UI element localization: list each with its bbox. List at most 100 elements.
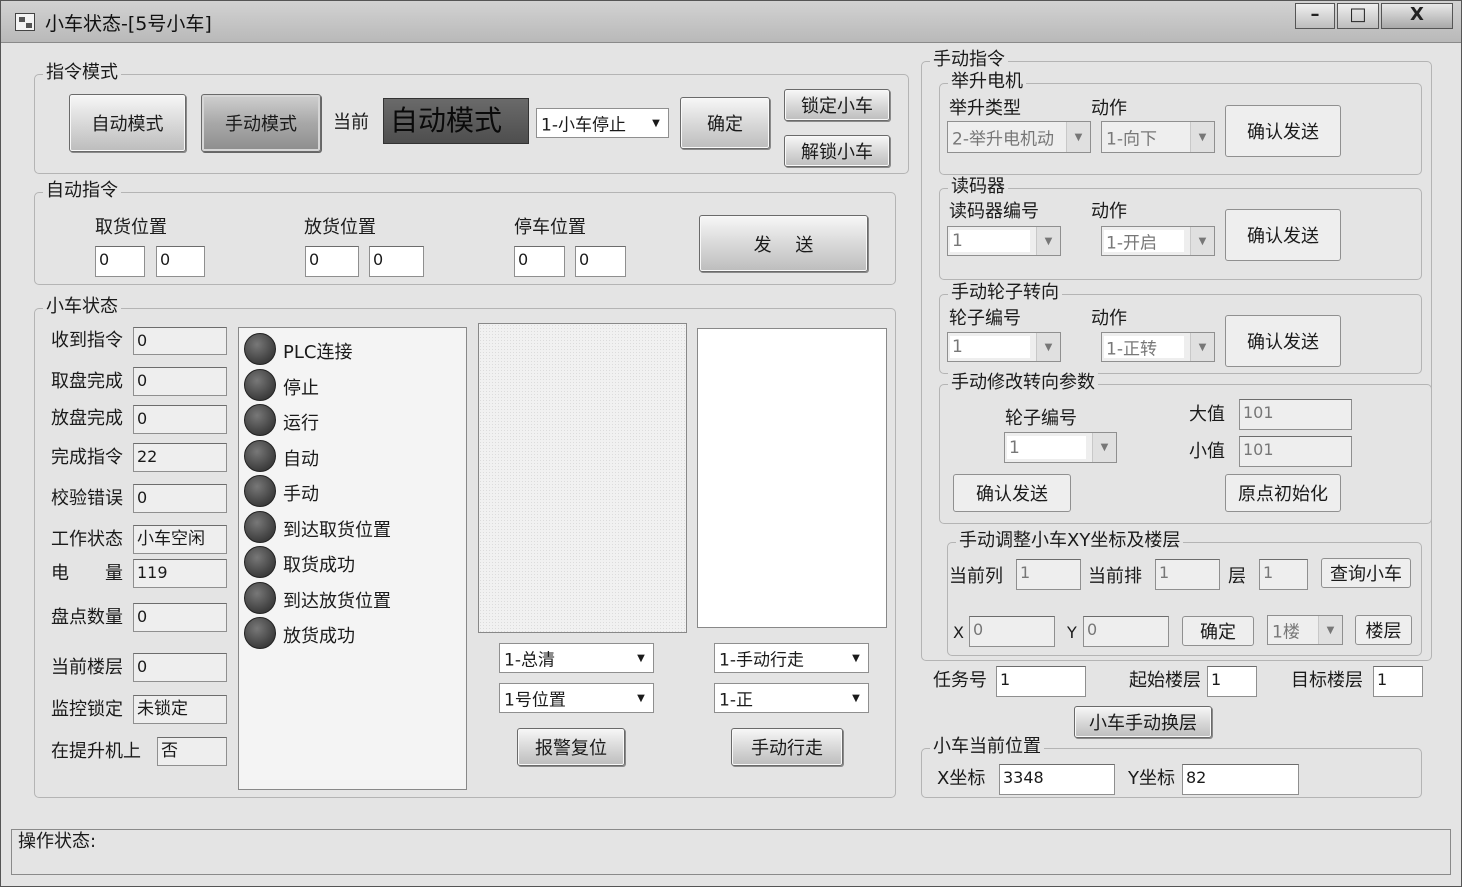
direction-select[interactable]: 1-正 ▼ (714, 683, 869, 713)
car-status-label: 小车状态 (43, 297, 121, 317)
chevron-down-icon: ▼ (852, 692, 860, 704)
lift-action-select[interactable]: 1-向下 ▼ (1101, 121, 1215, 153)
chevron-down-icon: ▼ (1318, 616, 1342, 644)
max-value-input[interactable]: 101 (1239, 399, 1352, 430)
steer-send-button[interactable]: 确认发送 (953, 474, 1071, 512)
current-row-input[interactable]: 1 (1155, 559, 1220, 590)
wheel-action-select[interactable]: 1-正转 ▼ (1101, 332, 1215, 362)
lock-car-button[interactable]: 锁定小车 (784, 89, 890, 121)
lift-type-label: 举升类型 (949, 98, 1021, 119)
chevron-down-icon: ▼ (637, 652, 645, 664)
status-led-manual (244, 475, 276, 507)
park-position-input-2[interactable]: 0 (575, 246, 626, 277)
window-title: 小车状态-[5号小车] (45, 13, 212, 35)
reader-action-select[interactable]: 1-开启 ▼ (1101, 226, 1215, 256)
origin-init-button[interactable]: 原点初始化 (1225, 474, 1341, 512)
chevron-down-icon: ▼ (652, 117, 660, 129)
maximize-button[interactable]: □ (1337, 3, 1379, 29)
target-floor-input[interactable]: 1 (1373, 666, 1423, 697)
xy-confirm-button[interactable]: 确定 (1182, 616, 1254, 646)
auto-mode-button[interactable]: 自动模式 (69, 94, 186, 152)
layer-input[interactable]: 1 (1259, 559, 1308, 590)
indicator-arrive-pick-label: 到达取货位置 (283, 520, 391, 541)
alarm-reset-button[interactable]: 报警复位 (517, 728, 625, 766)
car-action-select[interactable]: 1-小车停止 ▼ (536, 108, 669, 138)
min-value-label: 小值 (1189, 441, 1225, 462)
chevron-down-icon: ▼ (1190, 227, 1214, 255)
status-label-place-done: 放盘完成 (51, 408, 123, 429)
indicator-arrive-place-label: 到达放货位置 (283, 591, 391, 612)
confirm-mode-button[interactable]: 确定 (680, 97, 770, 149)
steer-wheel-id-label: 轮子编号 (1005, 408, 1077, 429)
status-label-received: 收到指令 (51, 330, 123, 351)
log-list-panel[interactable] (697, 328, 887, 628)
target-floor-label: 目标楼层 (1291, 670, 1363, 691)
status-value-check-error: 0 (133, 484, 227, 513)
y-coord-label: Y (1067, 623, 1077, 642)
floor-button[interactable]: 楼层 (1355, 615, 1412, 645)
clear-mode-select[interactable]: 1-总清 ▼ (499, 643, 654, 673)
status-label-floor: 当前楼层 (51, 657, 123, 678)
park-position-input-1[interactable]: 0 (514, 246, 565, 277)
query-car-button[interactable]: 查询小车 (1321, 558, 1411, 588)
status-label-monitor-lock: 监控锁定 (51, 699, 123, 720)
min-value-input[interactable]: 101 (1239, 436, 1352, 467)
task-number-input[interactable]: 1 (996, 666, 1086, 697)
chevron-down-icon: ▼ (1066, 122, 1090, 152)
position-select[interactable]: 1号位置 ▼ (499, 683, 654, 713)
position-value: 1号位置 (504, 690, 566, 711)
y-position-label: Y坐标 (1128, 768, 1175, 789)
y-coord-input[interactable]: 0 (1083, 616, 1169, 647)
clear-mode-value: 1-总清 (504, 650, 555, 671)
pick-position-input-1[interactable]: 0 (95, 246, 145, 277)
status-label-on-lift: 在提升机上 (51, 741, 141, 762)
reader-send-button[interactable]: 确认发送 (1225, 209, 1341, 261)
y-position-input[interactable]: 82 (1182, 764, 1299, 795)
indicator-auto-label: 自动 (283, 449, 319, 470)
steer-params-label: 手动修改转向参数 (948, 373, 1098, 393)
floor-select[interactable]: 1楼 ▼ (1267, 615, 1343, 645)
alarm-list-panel[interactable] (478, 323, 687, 633)
indicator-pick-ok-label: 取货成功 (283, 555, 355, 576)
app-icon (15, 13, 35, 31)
current-column-input[interactable]: 1 (1016, 559, 1081, 590)
manual-floor-change-button[interactable]: 小车手动换层 (1074, 706, 1212, 738)
operation-status-bar: 操作状态: (11, 829, 1451, 875)
x-coord-input[interactable]: 0 (969, 616, 1055, 647)
send-button[interactable]: 发 送 (699, 215, 868, 272)
lift-motor-label: 举升电机 (948, 72, 1026, 92)
reader-action-label: 动作 (1091, 201, 1127, 222)
manual-mode-button[interactable]: 手动模式 (201, 94, 321, 152)
walk-mode-select[interactable]: 1-手动行走 ▼ (714, 643, 869, 673)
lift-type-select[interactable]: 2-举升电机动 ▼ (947, 121, 1091, 153)
status-label-check-error: 校验错误 (51, 488, 123, 509)
wheel-id-select[interactable]: 1 ▼ (947, 332, 1061, 362)
close-button[interactable]: X (1381, 3, 1453, 29)
wheel-action-value: 1-正转 (1106, 339, 1157, 360)
car-action-value: 1-小车停止 (541, 115, 626, 136)
max-value-label: 大值 (1189, 404, 1225, 425)
operation-status-label: 操作状态: (18, 831, 97, 852)
status-label-count: 盘点数量 (51, 607, 123, 628)
chevron-down-icon: ▼ (1036, 227, 1060, 255)
steer-wheel-id-select[interactable]: 1 ▼ (1004, 432, 1117, 463)
reader-id-label: 读码器编号 (949, 201, 1039, 222)
start-floor-input[interactable]: 1 (1207, 666, 1257, 697)
current-row-label: 当前排 (1088, 566, 1142, 587)
status-label-work-state: 工作状态 (51, 529, 123, 550)
place-position-input-2[interactable]: 0 (369, 246, 424, 277)
lift-send-button[interactable]: 确认发送 (1225, 105, 1341, 157)
minimize-button[interactable]: – (1295, 3, 1335, 29)
status-value-place-done: 0 (133, 405, 227, 434)
manual-walk-button[interactable]: 手动行走 (731, 728, 843, 766)
unlock-car-button[interactable]: 解锁小车 (784, 135, 890, 167)
place-position-input-1[interactable]: 0 (305, 246, 359, 277)
status-label-completed: 完成指令 (51, 447, 123, 468)
status-led-arrive-pick (244, 511, 276, 543)
reader-id-select[interactable]: 1 ▼ (947, 226, 1061, 256)
pick-position-input-2[interactable]: 0 (156, 246, 205, 277)
lift-type-value: 2-举升电机动 (952, 129, 1054, 150)
wheel-send-button[interactable]: 确认发送 (1225, 315, 1341, 367)
status-value-on-lift: 否 (157, 737, 227, 766)
x-position-input[interactable]: 3348 (999, 764, 1115, 795)
